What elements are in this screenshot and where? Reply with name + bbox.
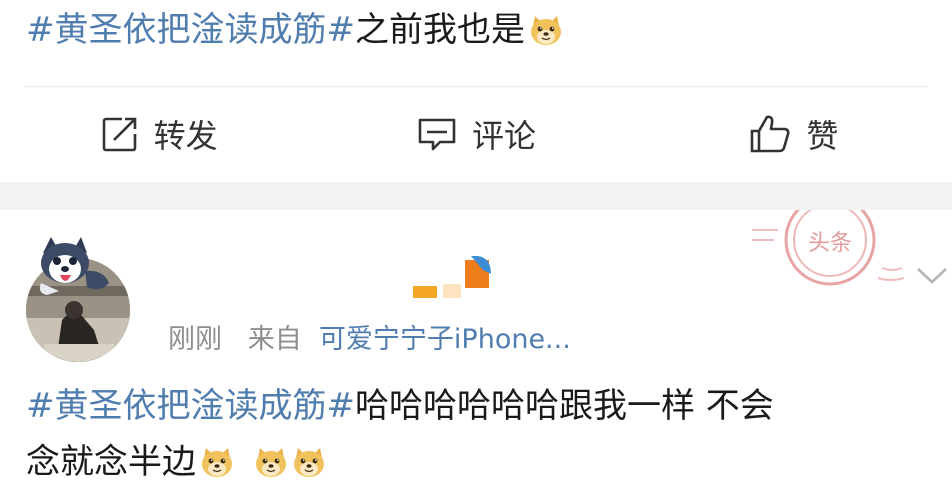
- chevron-down-icon[interactable]: [915, 265, 949, 287]
- comment-button[interactable]: 评论: [317, 111, 634, 157]
- repost-button[interactable]: 转发: [0, 111, 317, 157]
- doge-icon: [292, 446, 326, 478]
- username-mosaic: [413, 256, 491, 298]
- repost-label: 转发: [153, 117, 218, 155]
- doge-icon: [254, 446, 288, 478]
- source-link[interactable]: 可爱宁宁子iPhone...: [319, 324, 571, 355]
- toutiao-stamp-icon: 头条: [752, 210, 905, 286]
- top-post-text: #黄圣依把淦读成筋#之前我也是: [26, 8, 563, 52]
- top-post: #黄圣依把淦读成筋#之前我也是 转发 评论 赞: [0, 0, 952, 182]
- comment-label: 评论: [471, 117, 536, 155]
- hashtag-link[interactable]: #黄圣依把淦读成筋#: [26, 10, 355, 50]
- post-body-text: 之前我也是: [354, 10, 525, 50]
- comment-body-line2: 念就念半边: [26, 442, 196, 482]
- section-separator: [0, 182, 952, 210]
- comment-body-line1: 哈哈哈哈哈哈跟我一样 不会: [354, 386, 774, 426]
- hashtag-link[interactable]: #黄圣依把淦读成筋#: [26, 386, 355, 426]
- repost-icon: [102, 117, 136, 152]
- like-button[interactable]: 赞: [635, 111, 952, 157]
- action-bar: 转发 评论 赞: [0, 88, 952, 180]
- source-prefix: 来自: [247, 324, 302, 355]
- comment-text: #黄圣依把淦读成筋#哈哈哈哈哈哈跟我一样 不会 念就念半边: [26, 378, 936, 490]
- husky-pendant-icon: [39, 237, 109, 295]
- doge-icon: [200, 446, 234, 478]
- like-label: 赞: [806, 117, 839, 155]
- stamp-label: 头条: [808, 231, 852, 256]
- doge-icon: [529, 14, 563, 46]
- comment-meta: 刚刚 来自 可爱宁宁子iPhone...: [168, 317, 571, 356]
- post-time: 刚刚: [168, 324, 222, 355]
- thumbs-up-icon: [751, 115, 790, 153]
- divider: [24, 86, 928, 87]
- comment-item: 头条 刚刚 来自 可爱宁宁子iPhone... #黄圣依把淦读成筋#哈哈哈哈哈哈…: [0, 210, 952, 503]
- comment-icon: [418, 118, 456, 151]
